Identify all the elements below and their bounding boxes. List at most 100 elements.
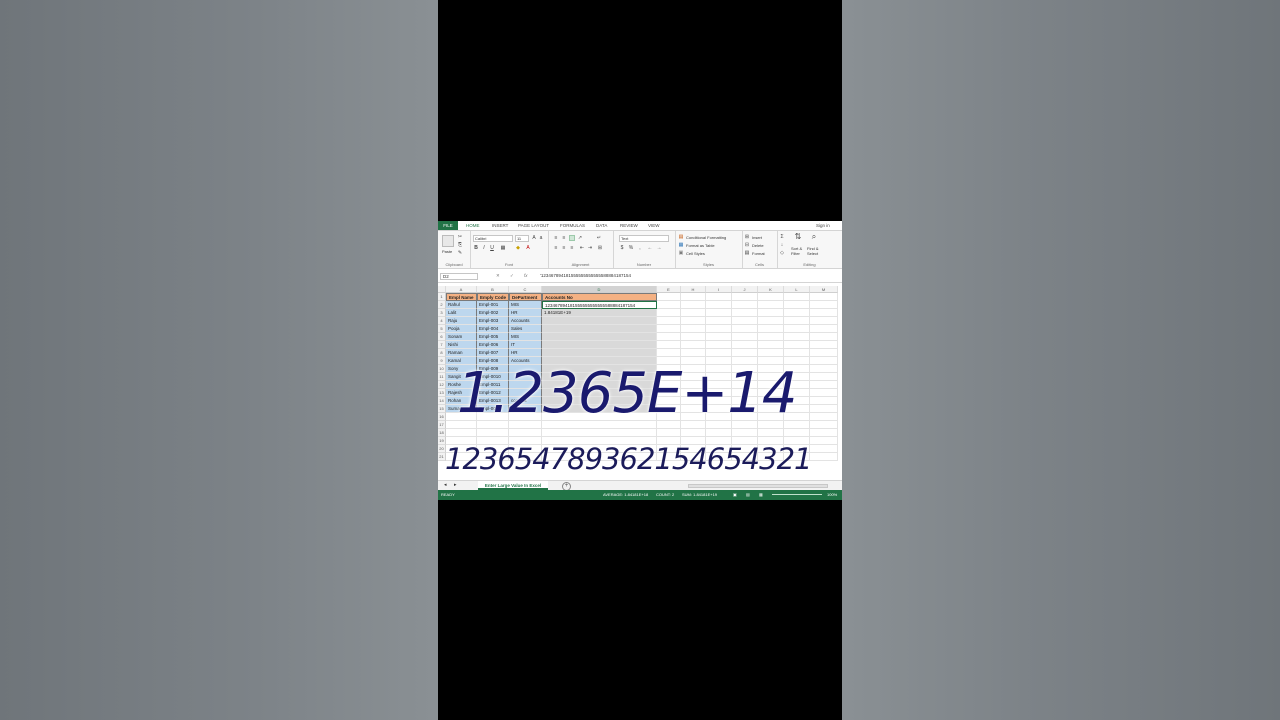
table-cell[interactable]: MIS [509, 301, 542, 309]
sheet-tab-active[interactable]: Enter Large Value In Excel [478, 481, 548, 490]
cell-styles-button[interactable]: Cell Styles [686, 251, 705, 256]
font-color-icon[interactable]: A [525, 245, 531, 251]
borders-icon[interactable]: ▦ [500, 245, 506, 251]
cell[interactable] [784, 325, 810, 333]
cell[interactable] [657, 293, 681, 301]
currency-icon[interactable]: $ [619, 245, 625, 251]
cell[interactable] [810, 357, 838, 365]
column-header[interactable]: J [732, 286, 758, 293]
tab-formulas[interactable]: FORMULAS [560, 223, 585, 228]
cell[interactable] [784, 341, 810, 349]
cell[interactable] [732, 349, 758, 357]
cell[interactable] [810, 405, 838, 413]
column-header[interactable]: M [810, 286, 838, 293]
header-cell[interactable]: Emply Code [477, 293, 509, 301]
cell[interactable] [681, 317, 706, 325]
page-layout-view-icon[interactable]: ▤ [746, 490, 750, 500]
prev-sheet-icon[interactable]: ◂ [444, 482, 447, 488]
account-cell[interactable] [542, 325, 657, 333]
header-cell[interactable]: Empl Name [446, 293, 477, 301]
insert-cells-button[interactable]: Insert [752, 235, 762, 240]
cell[interactable] [810, 341, 838, 349]
align-middle-icon[interactable]: ≡ [561, 235, 567, 241]
autosum-icon[interactable]: Σ [779, 234, 785, 240]
cell[interactable] [758, 349, 784, 357]
table-cell[interactable]: Empl-004 [477, 325, 509, 333]
row-header[interactable]: 8 [438, 349, 446, 357]
cell[interactable] [758, 429, 784, 437]
conditional-formatting-button[interactable]: Conditional Formatting [686, 235, 726, 240]
row-header[interactable]: 12 [438, 381, 446, 389]
row-header[interactable]: 11 [438, 373, 446, 381]
increase-indent-icon[interactable]: ⇥ [587, 245, 593, 251]
format-cells-icon[interactable]: ▤ [744, 250, 750, 256]
cell[interactable] [706, 349, 732, 357]
cell[interactable] [810, 325, 838, 333]
cell[interactable] [810, 317, 838, 325]
cell[interactable] [657, 325, 681, 333]
column-header[interactable]: B [477, 286, 509, 293]
cell[interactable] [681, 309, 706, 317]
cell[interactable] [758, 309, 784, 317]
merge-center-icon[interactable]: ⊞ [597, 245, 603, 251]
delete-cells-icon[interactable]: ⊟ [744, 242, 750, 248]
cell[interactable] [810, 453, 838, 461]
wrap-text-icon[interactable]: ↵ [596, 235, 602, 241]
cell[interactable] [784, 301, 810, 309]
align-left-icon[interactable]: ≡ [553, 245, 559, 251]
column-header[interactable]: A [446, 286, 477, 293]
increase-decimal-icon[interactable]: ← [647, 245, 653, 251]
header-cell[interactable]: Accounts No [542, 293, 657, 301]
fill-icon[interactable]: ↓ [779, 242, 785, 248]
align-right-icon[interactable]: ≡ [569, 245, 575, 251]
cell[interactable] [732, 429, 758, 437]
cell[interactable] [784, 317, 810, 325]
cell[interactable] [784, 309, 810, 317]
cell[interactable] [477, 429, 509, 437]
percent-icon[interactable]: % [628, 245, 634, 251]
cell[interactable] [657, 341, 681, 349]
cell[interactable] [657, 349, 681, 357]
cell[interactable] [681, 293, 706, 301]
table-cell[interactable]: Raju [446, 317, 477, 325]
cell[interactable] [681, 429, 706, 437]
row-header[interactable]: 3 [438, 309, 446, 317]
cell[interactable] [810, 437, 838, 445]
table-cell[interactable]: Raman [446, 349, 477, 357]
cell[interactable] [810, 413, 838, 421]
cell[interactable] [732, 317, 758, 325]
cell[interactable] [732, 293, 758, 301]
account-cell[interactable] [542, 349, 657, 357]
table-cell[interactable]: Sales [509, 325, 542, 333]
format-as-table-icon[interactable]: ▦ [678, 242, 684, 248]
align-bottom-icon[interactable] [569, 235, 575, 241]
cell[interactable] [706, 317, 732, 325]
number-format-select[interactable]: Text [619, 235, 669, 242]
cell[interactable] [810, 333, 838, 341]
cell[interactable] [681, 301, 706, 309]
cut-icon[interactable]: ✂ [457, 234, 463, 240]
font-size-select[interactable]: 11 [515, 235, 529, 242]
table-cell[interactable]: Accounts [509, 317, 542, 325]
tab-home[interactable]: HOME [466, 223, 480, 228]
cell[interactable] [657, 429, 681, 437]
bold-icon[interactable]: B [473, 245, 479, 251]
find-select-button[interactable]: Find & Select [807, 246, 823, 256]
table-cell[interactable]: Empl-007 [477, 349, 509, 357]
cell[interactable] [706, 301, 732, 309]
paste-label[interactable]: Paste [442, 249, 452, 254]
next-sheet-icon[interactable]: ▸ [454, 482, 457, 488]
sort-filter-icon[interactable]: ⇅ [793, 233, 803, 244]
fill-color-icon[interactable]: ◆ [515, 245, 521, 251]
format-cells-button[interactable]: Format [752, 251, 765, 256]
cell[interactable] [810, 293, 838, 301]
cell[interactable] [657, 301, 681, 309]
page-break-view-icon[interactable]: ▦ [759, 490, 763, 500]
cell[interactable] [681, 341, 706, 349]
sort-filter-button[interactable]: Sort & Filter [791, 246, 805, 256]
cell[interactable] [810, 429, 838, 437]
row-header[interactable]: 6 [438, 333, 446, 341]
cell[interactable] [810, 309, 838, 317]
tab-view[interactable]: VIEW [648, 223, 660, 228]
cell[interactable] [732, 309, 758, 317]
